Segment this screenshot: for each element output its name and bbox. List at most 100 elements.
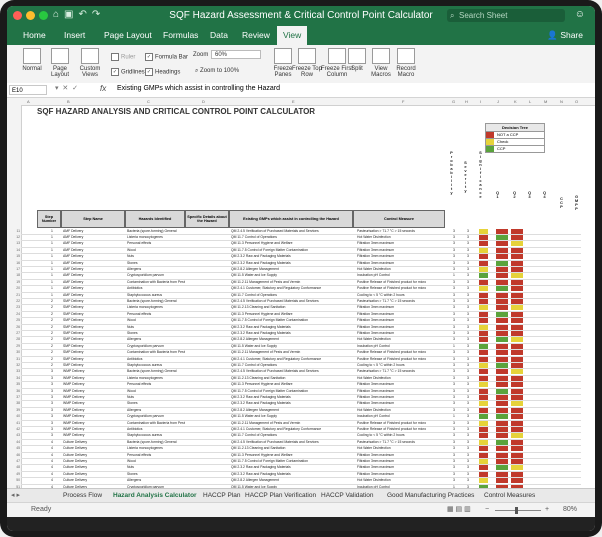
row-number[interactable]: 19 xyxy=(8,280,20,284)
control-cell[interactable]: Hot Water Disinfection xyxy=(357,267,447,271)
hazard-cell[interactable]: Cryptosporidium parvum xyxy=(127,344,185,348)
step-name-cell[interactable]: Culture Delivery xyxy=(63,472,125,476)
control-cell[interactable]: Filtration 3mm maximum xyxy=(357,305,447,309)
control-cell[interactable]: Hot Water Disinfection xyxy=(357,235,447,239)
control-cell[interactable]: Incubation pH Control xyxy=(357,414,447,418)
row-number[interactable]: 36 xyxy=(8,389,20,393)
hazard-cell[interactable]: Personal effects xyxy=(127,453,185,457)
probability-cell[interactable]: 3 xyxy=(451,478,457,482)
control-cell[interactable]: Filtration 3mm maximum xyxy=(357,389,447,393)
severity-cell[interactable]: 3 xyxy=(465,376,471,380)
severity-cell[interactable]: 3 xyxy=(465,325,471,329)
gmp-cell[interactable]: QM 11.2.11 Management of Pests and Vermi… xyxy=(231,350,353,354)
step-name-cell[interactable]: SMP Delivery xyxy=(63,337,125,341)
row-number[interactable]: 31 xyxy=(8,357,20,361)
step-name-cell[interactable]: WMP Delivery xyxy=(63,389,125,393)
hazard-cell[interactable]: Contamination with Bacteria from Pests xyxy=(127,350,185,354)
row-number[interactable]: 35 xyxy=(8,382,20,386)
tab-review[interactable]: Review xyxy=(242,30,270,40)
zoom-in-icon[interactable]: + xyxy=(545,506,549,513)
row-number[interactable]: 28 xyxy=(8,337,20,341)
probability-cell[interactable]: 3 xyxy=(451,453,457,457)
gmp-cell[interactable]: QM 2.3.2 Raw and Packaging Materials xyxy=(231,331,353,335)
step-name-cell[interactable]: WMP Delivery xyxy=(63,421,125,425)
hazard-cell[interactable]: Personal effects xyxy=(127,382,185,386)
step-number-cell[interactable]: 2 xyxy=(43,331,61,335)
step-number-cell[interactable]: 1 xyxy=(43,241,61,245)
gmp-cell[interactable]: QM 2.3.2 Raw and Packaging Materials xyxy=(231,261,353,265)
control-cell[interactable]: Positive Release of Finished product for… xyxy=(357,421,447,425)
severity-cell[interactable]: 3 xyxy=(465,229,471,233)
gmp-cell[interactable]: QM 2.8.2 Allergen Management xyxy=(231,408,353,412)
step-number-cell[interactable]: 3 xyxy=(43,376,61,380)
row-number[interactable]: 34 xyxy=(8,376,20,380)
gmp-cell[interactable]: QM 2.3.2 Raw and Packaging Materials xyxy=(231,325,353,329)
step-name-cell[interactable]: AMF Delivery xyxy=(63,293,125,297)
row-number[interactable]: 24 xyxy=(8,312,20,316)
step-number-cell[interactable]: 1 xyxy=(43,235,61,239)
gmp-cell[interactable]: QM 11.3 Personnel Hygiene and Welfare xyxy=(231,241,353,245)
name-box[interactable]: E10 xyxy=(9,85,47,95)
step-number-cell[interactable]: 2 xyxy=(43,312,61,316)
gmp-cell[interactable]: QM 2.3.2 Raw and Packaging Materials xyxy=(231,472,353,476)
step-number-cell[interactable]: 2 xyxy=(43,337,61,341)
probability-cell[interactable]: 3 xyxy=(451,408,457,412)
probability-cell[interactable]: 3 xyxy=(451,254,457,258)
severity-cell[interactable]: 3 xyxy=(465,459,471,463)
row-number[interactable]: 50 xyxy=(8,478,20,482)
row-number[interactable]: 25 xyxy=(8,318,20,322)
hazard-cell[interactable]: Nuts xyxy=(127,465,185,469)
step-number-cell[interactable]: 1 xyxy=(43,273,61,277)
severity-cell[interactable]: 3 xyxy=(465,261,471,265)
step-number-cell[interactable]: 1 xyxy=(43,254,61,258)
step-name-cell[interactable]: Culture Delivery xyxy=(63,453,125,457)
step-number-cell[interactable]: 1 xyxy=(43,293,61,297)
step-name-cell[interactable]: SMP Delivery xyxy=(63,344,125,348)
hazard-cell[interactable]: Staphylococcus aureus xyxy=(127,433,185,437)
row-number[interactable]: 23 xyxy=(8,305,20,309)
row-number[interactable]: 29 xyxy=(8,344,20,348)
gmp-cell[interactable]: QM 11.5 Water and Ice Supply xyxy=(231,414,353,418)
hazard-cell[interactable]: Wood xyxy=(127,459,185,463)
step-number-cell[interactable]: 2 xyxy=(43,299,61,303)
probability-cell[interactable]: 3 xyxy=(451,446,457,450)
row-number[interactable]: 17 xyxy=(8,267,20,271)
hazard-cell[interactable]: Allergens xyxy=(127,408,185,412)
gmp-cell[interactable]: QM 2.4.5 Verification of Purchased Mater… xyxy=(231,440,353,444)
control-cell[interactable]: Pasteurisation > 71.7 °C > 15 seconds xyxy=(357,440,447,444)
row-number[interactable]: 12 xyxy=(8,235,20,239)
gmp-cell[interactable]: QM 11.5 Water and Ice Supply xyxy=(231,344,353,348)
step-name-cell[interactable]: SMP Delivery xyxy=(63,312,125,316)
step-number-cell[interactable]: 3 xyxy=(43,433,61,437)
severity-cell[interactable]: 3 xyxy=(465,478,471,482)
severity-cell[interactable]: 3 xyxy=(465,446,471,450)
hazard-cell[interactable]: Bacteria (spore-forming) General xyxy=(127,229,185,233)
row-number[interactable]: 48 xyxy=(8,465,20,469)
hazard-cell[interactable]: Stones xyxy=(127,401,185,405)
step-number-cell[interactable]: 1 xyxy=(43,286,61,290)
gmp-cell[interactable]: QM 11.7 Control of Operations xyxy=(231,433,353,437)
col-f[interactable]: F xyxy=(402,99,404,104)
gmp-cell[interactable]: QM 2.3.2 Raw and Packaging Materials xyxy=(231,465,353,469)
step-name-cell[interactable]: AMF Delivery xyxy=(63,286,125,290)
control-cell[interactable]: Hot Water Disinfection xyxy=(357,478,447,482)
step-number-cell[interactable]: 2 xyxy=(43,325,61,329)
severity-cell[interactable]: 3 xyxy=(465,344,471,348)
row-number[interactable]: 16 xyxy=(8,261,20,265)
hazard-cell[interactable]: Staphylococcus aureus xyxy=(127,293,185,297)
row-number[interactable]: 33 xyxy=(8,369,20,373)
gmp-cell[interactable]: QM 11.3 Personnel Hygiene and Welfare xyxy=(231,453,353,457)
severity-cell[interactable]: 3 xyxy=(465,254,471,258)
step-name-cell[interactable]: WMP Delivery xyxy=(63,395,125,399)
gmp-cell[interactable]: QM 11.7 Control of Operations xyxy=(231,293,353,297)
probability-cell[interactable]: 3 xyxy=(451,293,457,297)
hazard-cell[interactable]: Cryptosporidium parvum xyxy=(127,414,185,418)
control-cell[interactable]: Hot Water Disinfection xyxy=(357,337,447,341)
gmp-cell[interactable]: QM 2.4.5 Verification of Purchased Mater… xyxy=(231,299,353,303)
gmp-cell[interactable]: QM 2.8.2 Allergen Management xyxy=(231,337,353,341)
control-cell[interactable]: Filtration 3mm maximum xyxy=(357,382,447,386)
col-g[interactable]: G xyxy=(452,99,455,104)
row-number[interactable]: 45 xyxy=(8,446,20,450)
row-number[interactable]: 21 xyxy=(8,293,20,297)
gmp-cell[interactable]: QM 2.4.1 Customer, Statutory and Regulat… xyxy=(231,357,353,361)
